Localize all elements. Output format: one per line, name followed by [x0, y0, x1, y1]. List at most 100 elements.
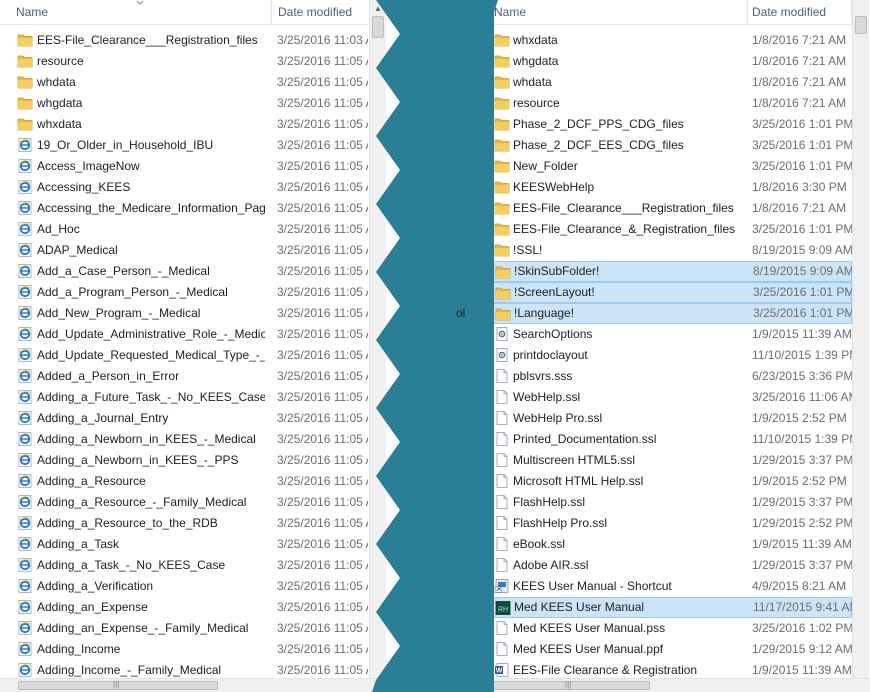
file-date-modified: 3/25/2016 11:05 AM	[277, 432, 368, 446]
right-file-row[interactable]: !SSL! 8/19/2015 9:09 AM	[488, 240, 852, 261]
left-file-row[interactable]: Adding_an_Expense 3/25/2016 11:05 AM	[0, 597, 369, 618]
ie-html-icon	[17, 600, 33, 614]
file-name: Adding_a_Resource_-_Family_Medical	[37, 495, 247, 509]
left-file-row[interactable]: Adding_a_Resource_-_Family_Medical 3/25/2…	[0, 492, 369, 513]
left-hscroll-thumb[interactable]: |||	[18, 680, 218, 690]
left-file-row[interactable]: Adding_a_Newborn_in_KEES_-_Medical 3/25/2…	[0, 429, 369, 450]
ie-html-icon	[17, 411, 33, 425]
right-file-row[interactable]: FlashHelp.ssl 1/29/2015 3:37 PM	[488, 492, 852, 513]
file-date-modified: 3/25/2016 11:05 AM	[277, 600, 368, 614]
file-date-modified: 8/19/2015 9:09 AM	[752, 243, 852, 257]
file-name: Med KEES User Manual.pss	[513, 621, 666, 635]
left-file-row[interactable]: Add_New_Program_-_Medical 3/25/2016 11:05…	[0, 303, 369, 324]
left-file-row[interactable]: Add_a_Case_Person_-_Medical 3/25/2016 11:…	[0, 261, 369, 282]
right-file-row[interactable]: WebHelp.ssl 3/25/2016 11:06 AM	[488, 387, 852, 408]
left-file-row[interactable]: Add_a_Program_Person_-_Medical 3/25/2016 …	[0, 282, 369, 303]
left-file-row[interactable]: Adding_a_Journal_Entry 3/25/2016 11:05 AM	[0, 408, 369, 429]
file-name: whdata	[37, 75, 76, 89]
left-horizontal-scrollbar[interactable]: |||	[0, 678, 386, 692]
right-date-column-header[interactable]: Date modified	[746, 0, 852, 24]
left-file-row[interactable]: Adding_a_Future_Task_-_No_KEES_Case 3/25/…	[0, 387, 369, 408]
right-file-row[interactable]: SearchOptions 1/9/2015 11:39 AM	[488, 324, 852, 345]
right-hscroll-thumb[interactable]: |||	[490, 680, 650, 690]
right-file-row[interactable]: resource 1/8/2016 7:21 AM	[488, 93, 852, 114]
file-name: Phase_2_DCF_EES_CDG_files	[513, 138, 684, 152]
left-file-row[interactable]: Add_Update_Requested_Medical_Type_-_Medi…	[0, 345, 369, 366]
file-date-modified: 3/25/2016 11:05 AM	[277, 201, 368, 215]
file-name: Adding_a_Task	[37, 537, 120, 551]
ie-html-icon	[17, 453, 33, 467]
left-file-row[interactable]: resource 3/25/2016 11:05 AM	[0, 51, 369, 72]
right-name-column-header[interactable]: Name	[486, 0, 748, 24]
right-file-row[interactable]: EES-File_Clearance_&_Registration_files 3…	[488, 219, 852, 240]
left-file-row[interactable]: whxdata 3/25/2016 11:05 AM	[0, 114, 369, 135]
left-date-header-label: Date modified	[278, 5, 353, 19]
right-file-row[interactable]: whxdata 1/8/2016 7:21 AM	[488, 30, 852, 51]
file-name: Add_Update_Administrative_Role_-_Medical	[37, 327, 265, 341]
file-date-modified: 1/29/2015 3:37 PM	[752, 558, 852, 572]
right-file-row[interactable]: Med KEES User Manual.pss 3/25/2016 1:02 P…	[488, 618, 852, 639]
file-date-modified: 1/9/2015 11:39 AM	[752, 327, 852, 341]
right-scroll-thumb[interactable]	[855, 16, 867, 34]
right-file-row[interactable]: pblsvrs.sss 6/23/2015 3:36 PM	[488, 366, 852, 387]
right-file-row[interactable]: FlashHelp Pro.ssl 1/29/2015 2:52 PM	[488, 513, 852, 534]
left-file-row[interactable]: Ad_Hoc 3/25/2016 11:05 AM	[0, 219, 369, 240]
file-name: resource	[513, 96, 560, 110]
right-file-row[interactable]: EES-File_Clearance___Registration_files 1…	[488, 198, 852, 219]
file-name: Microsoft HTML Help.ssl	[513, 474, 644, 488]
left-file-row[interactable]: whdata 3/25/2016 11:05 AM	[0, 72, 369, 93]
left-file-row[interactable]: Adding_a_Resource_to_the_RDB 3/25/2016 11…	[0, 513, 369, 534]
left-file-row[interactable]: Added_a_Person_in_Error 3/25/2016 11:05 A…	[0, 366, 369, 387]
file-name: Adding_an_Expense	[37, 600, 148, 614]
right-file-row[interactable]: whdata 1/8/2016 7:21 AM	[488, 72, 852, 93]
right-file-row[interactable]: Adobe AIR.ssl 1/29/2015 3:37 PM	[488, 555, 852, 576]
left-file-row[interactable]: Access_ImageNow 3/25/2016 11:05 AM	[0, 156, 369, 177]
file-name: pblsvrs.sss	[513, 369, 573, 383]
file-date-modified: 3/25/2016 11:05 AM	[277, 390, 368, 404]
file-date-modified: 3/25/2016 11:05 AM	[277, 180, 368, 194]
file-date-modified: 3/25/2016 11:05 AM	[277, 621, 368, 635]
right-file-row[interactable]: !SkinSubFolder! 8/19/2015 9:09 AM	[488, 261, 853, 282]
left-file-row[interactable]: Accessing_KEES 3/25/2016 11:05 AM	[0, 177, 369, 198]
left-file-row[interactable]: Adding_a_Task 3/25/2016 11:05 AM	[0, 534, 369, 555]
right-file-row[interactable]: Multiscreen HTML5.ssl 1/29/2015 3:37 PM	[488, 450, 852, 471]
right-file-row[interactable]: Printed_Documentation.ssl 11/10/2015 1:39…	[488, 429, 852, 450]
left-file-row[interactable]: Adding_a_Newborn_in_KEES_-_PPS 3/25/2016 …	[0, 450, 369, 471]
left-file-row[interactable]: Adding_an_Expense_-_Family_Medical 3/25/2…	[0, 618, 369, 639]
file-name: Adding_a_Resource	[37, 474, 146, 488]
left-file-row[interactable]: Adding_a_Task_-_No_KEES_Case 3/25/2016 11…	[0, 555, 369, 576]
left-file-row[interactable]: Adding_Income 3/25/2016 11:05 AM	[0, 639, 369, 660]
right-file-row[interactable]: KEES User Manual - Shortcut 4/9/2015 8:21…	[488, 576, 852, 597]
file-date-modified: 3/25/2016 11:05 AM	[277, 285, 368, 299]
right-file-row[interactable]: New_Folder 3/25/2016 1:01 PM	[488, 156, 852, 177]
right-horizontal-scrollbar[interactable]: |||	[486, 678, 870, 692]
file-date-modified: 3/25/2016 1:01 PM	[752, 222, 852, 236]
right-file-row[interactable]: Phase_2_DCF_PPS_CDG_files 3/25/2016 1:01 …	[488, 114, 852, 135]
left-file-row[interactable]: whgdata 3/25/2016 11:05 AM	[0, 93, 369, 114]
left-date-column-header[interactable]: Date modified	[272, 0, 372, 24]
right-file-row[interactable]: RH Med KEES User Manual 11/17/2015 9:41 AM	[488, 597, 853, 618]
right-file-row[interactable]: eBook.ssl 1/9/2015 11:39 AM	[488, 534, 852, 555]
right-file-row[interactable]: whgdata 1/8/2016 7:21 AM	[488, 51, 852, 72]
right-file-row[interactable]: !ScreenLayout! 3/25/2016 1:01 PM	[488, 282, 853, 303]
ie-html-icon	[17, 663, 33, 677]
left-file-row[interactable]: 19_Or_Older_in_Household_IBU 3/25/2016 11…	[0, 135, 369, 156]
file-name: New_Folder	[513, 159, 578, 173]
left-file-row[interactable]: Adding_a_Verification 3/25/2016 11:05 AM	[0, 576, 369, 597]
left-file-row[interactable]: ADAP_Medical 3/25/2016 11:05 AM	[0, 240, 369, 261]
right-file-row[interactable]: !Language! 3/25/2016 1:01 PM	[488, 303, 853, 324]
right-file-row[interactable]: Microsoft HTML Help.ssl 1/9/2015 2:52 PM	[488, 471, 852, 492]
right-file-row[interactable]: KEESWebHelp 1/8/2016 3:30 PM	[488, 177, 852, 198]
file-name: Adding_a_Verification	[37, 579, 154, 593]
file-date-modified: 3/25/2016 11:06 AM	[752, 390, 852, 404]
right-vertical-scrollbar[interactable]	[852, 0, 869, 678]
right-file-row[interactable]: WebHelp Pro.ssl 1/9/2015 2:52 PM	[488, 408, 852, 429]
left-file-row[interactable]: Add_Update_Administrative_Role_-_Medical…	[0, 324, 369, 345]
left-file-row[interactable]: Adding_a_Resource 3/25/2016 11:05 AM	[0, 471, 369, 492]
left-file-row[interactable]: EES-File_Clearance___Registration_files 3…	[0, 30, 369, 51]
right-file-row[interactable]: Phase_2_DCF_EES_CDG_files 3/25/2016 1:01 …	[488, 135, 852, 156]
left-file-row[interactable]: Accessing_the_Medicare_Information_Page 3…	[0, 198, 369, 219]
right-file-row[interactable]: printdoclayout 11/10/2015 1:39 PM	[488, 345, 852, 366]
right-file-row[interactable]: Med KEES User Manual.ppf 1/29/2015 9:12 A…	[488, 639, 852, 660]
file-name: KEES User Manual - Shortcut	[513, 579, 672, 593]
